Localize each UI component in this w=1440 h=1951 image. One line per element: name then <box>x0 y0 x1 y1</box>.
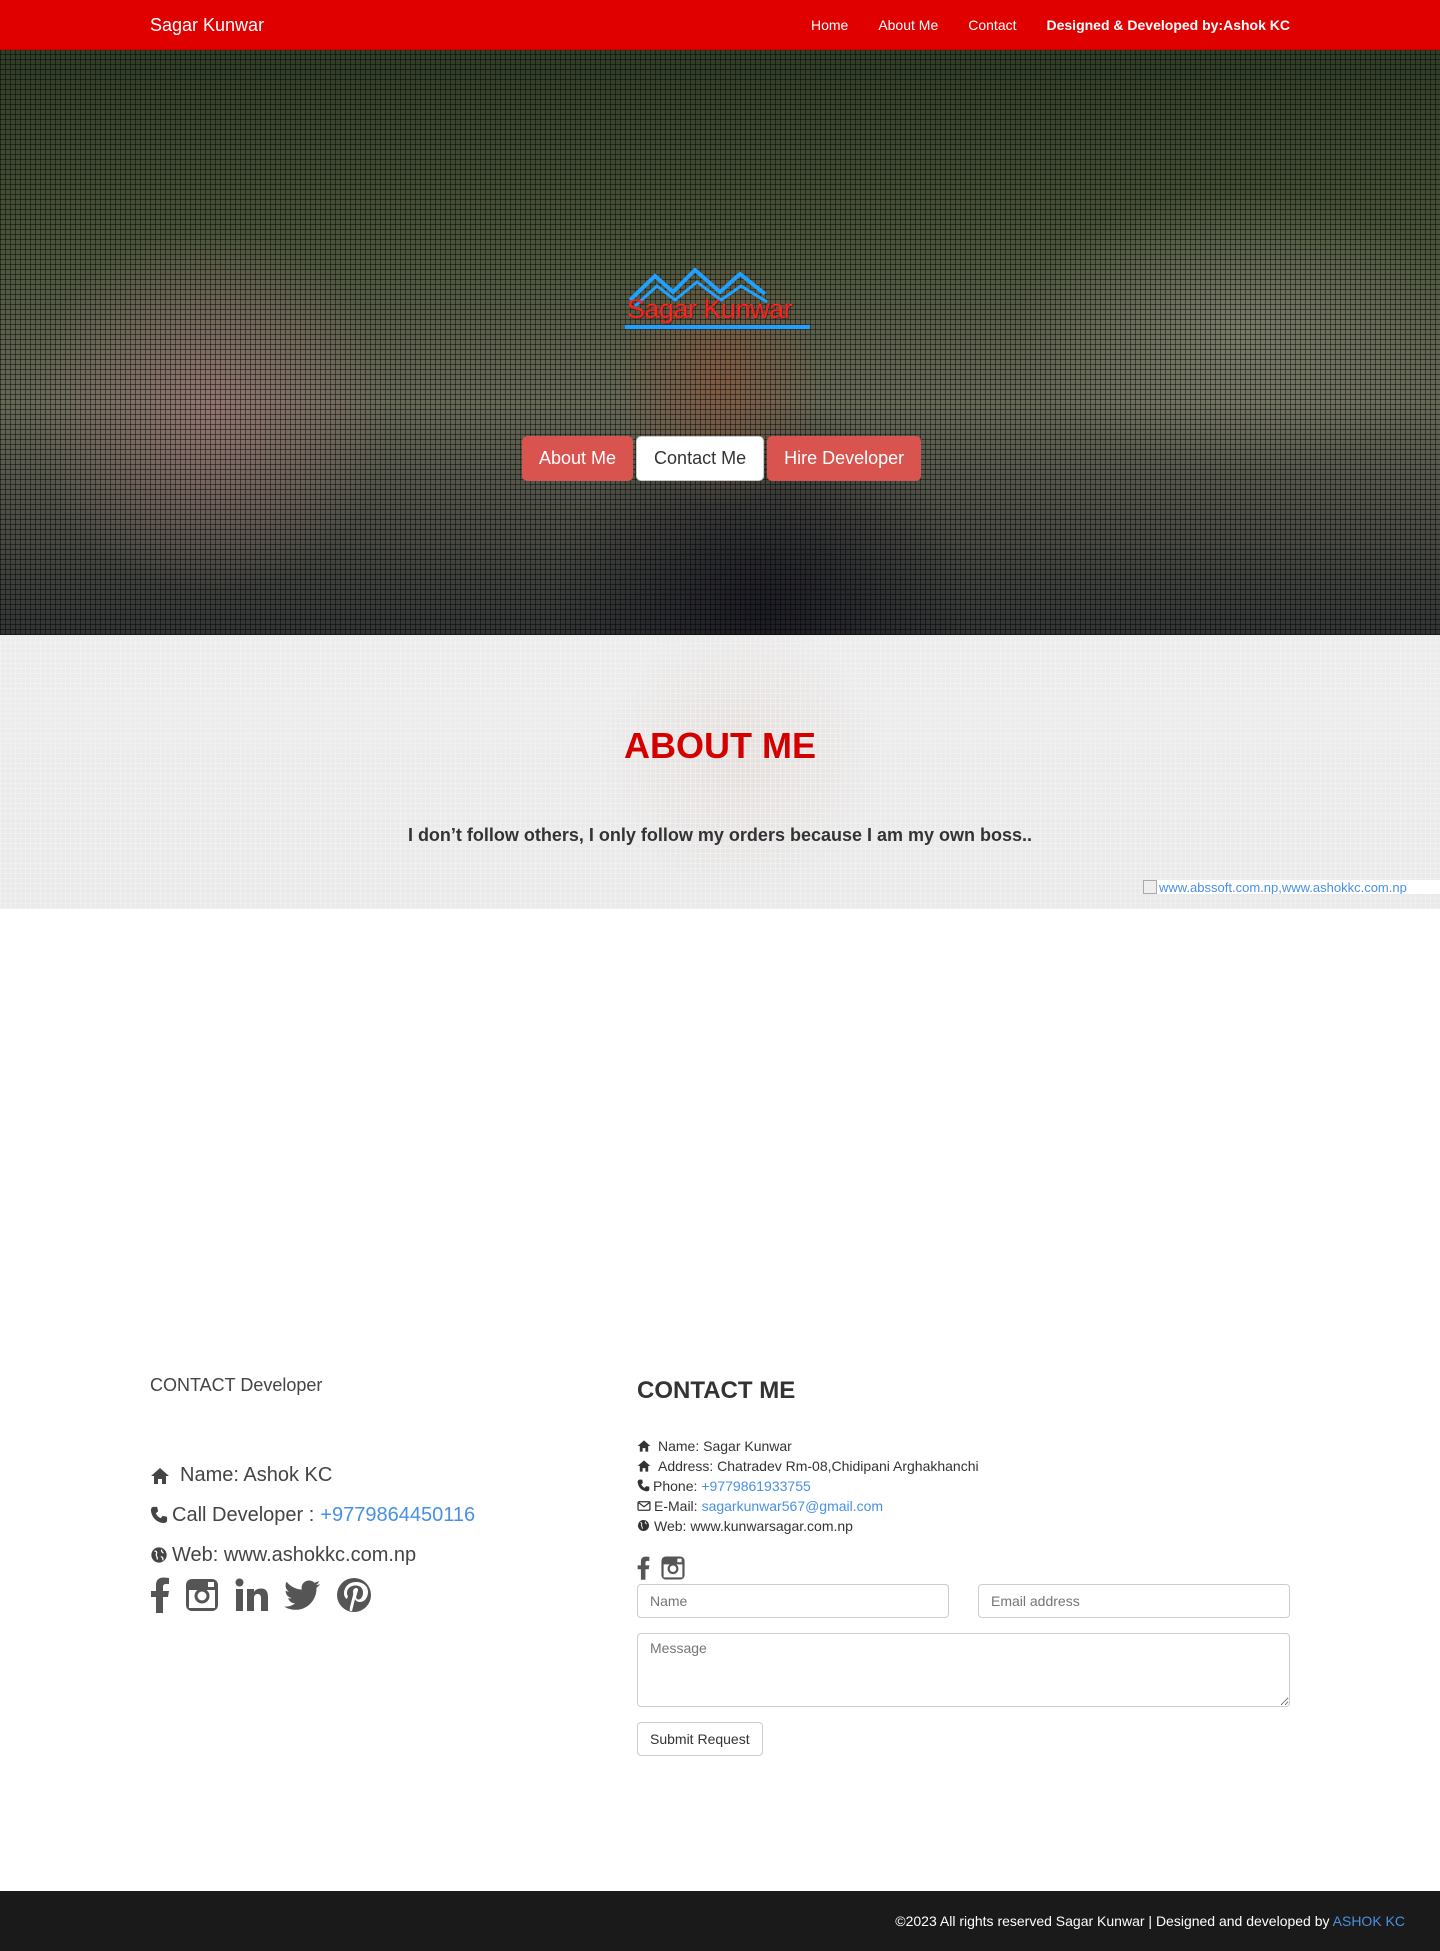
broken-image-link[interactable]: www.abssoft.com.np,www.ashokkc.com.np <box>1143 880 1440 894</box>
developer-name: Name: Ashok KC <box>180 1464 333 1486</box>
top-navbar: Sagar Kunwar Home About Me Contact Desig… <box>0 0 1440 50</box>
developer-web-line: Web: www.ashokkc.com.np <box>150 1544 416 1567</box>
broken-image-alt: www.abssoft.com.np,www.ashokkc.com.np <box>1159 880 1407 894</box>
developer-title: CONTACT Developer <box>150 1375 323 1395</box>
home-icon <box>637 1459 651 1473</box>
globe-icon <box>150 1546 170 1566</box>
developer-call-line: Call Developer : +9779864450116 <box>150 1504 475 1527</box>
contact-address: Address: Chatradev Rm-08,Chidipani Argha… <box>658 1458 979 1474</box>
developer-call-label: Call Developer : <box>172 1504 315 1526</box>
contact-social-icons <box>637 1555 686 1586</box>
about-quote: I don’t follow others, I only follow my … <box>407 825 1033 845</box>
footer-copyright: ©2023 All rights reserved Sagar Kunwar |… <box>895 1913 1330 1929</box>
facebook-icon[interactable] <box>637 1555 650 1586</box>
contact-phone-line: Phone: +9779861933755 <box>637 1478 811 1494</box>
contact-me-title: CONTACT ME <box>637 1377 796 1404</box>
broken-image-icon <box>1143 880 1157 894</box>
contact-phone-link[interactable]: +9779861933755 <box>701 1478 810 1494</box>
message-textarea[interactable] <box>637 1633 1290 1707</box>
logo-text: Sagar Kunwar <box>627 294 793 324</box>
phone-icon <box>150 1506 170 1526</box>
hero-grid-overlay <box>0 50 1440 635</box>
contact-phone-label: Phone: <box>653 1478 698 1494</box>
hire-developer-button[interactable]: Hire Developer <box>767 436 922 481</box>
contact-email-link[interactable]: sagarkunwar567@gmail.com <box>702 1498 884 1514</box>
nav-contact[interactable]: Contact <box>968 17 1016 33</box>
site-logo: Sagar Kunwar <box>625 262 815 332</box>
facebook-icon[interactable] <box>150 1577 170 1613</box>
contact-address-line: Address: Chatradev Rm-08,Chidipani Argha… <box>637 1458 979 1474</box>
home-icon <box>637 1439 651 1453</box>
about-me-button[interactable]: About Me <box>522 436 634 481</box>
email-input[interactable] <box>978 1584 1290 1618</box>
name-input[interactable] <box>637 1584 949 1618</box>
contact-email-label: E-Mail: <box>654 1498 698 1514</box>
about-section: ABOUT ME I don’t follow others, I only f… <box>0 635 1440 909</box>
submit-request-button[interactable]: Submit Request <box>637 1722 763 1756</box>
developer-name-line: Name: Ashok KC <box>150 1464 332 1487</box>
instagram-icon[interactable] <box>660 1555 686 1586</box>
footer-text: ©2023 All rights reserved Sagar Kunwar |… <box>895 1913 1405 1929</box>
globe-icon <box>637 1519 651 1533</box>
linkedin-icon[interactable] <box>234 1577 270 1613</box>
contact-web: Web: www.kunwarsagar.com.np <box>654 1518 853 1534</box>
instagram-icon[interactable] <box>184 1577 220 1613</box>
footer: ©2023 All rights reserved Sagar Kunwar |… <box>0 1891 1440 1951</box>
nav-developer-credit[interactable]: Designed & Developed by:Ashok KC <box>1047 17 1291 33</box>
nav-about-me[interactable]: About Me <box>878 17 938 33</box>
developer-social-icons <box>150 1577 372 1613</box>
footer-developer-link[interactable]: ASHOK KC <box>1333 1913 1405 1929</box>
contact-web-line: Web: www.kunwarsagar.com.np <box>637 1518 853 1534</box>
envelope-icon <box>637 1499 651 1513</box>
pinterest-icon[interactable] <box>336 1577 372 1613</box>
hero-buttons: About Me Contact Me Hire Developer <box>522 436 922 481</box>
brand-link[interactable]: Sagar Kunwar <box>150 15 264 36</box>
contact-name-line: Name: Sagar Kunwar <box>637 1438 792 1454</box>
phone-icon <box>637 1479 651 1493</box>
contact-me-button[interactable]: Contact Me <box>636 436 765 481</box>
twitter-icon[interactable] <box>284 1577 322 1613</box>
nav-links: Home About Me Contact Designed & Develop… <box>781 0 1290 50</box>
contact-email-line: E-Mail: sagarkunwar567@gmail.com <box>637 1498 883 1514</box>
developer-phone-link[interactable]: +9779864450116 <box>320 1504 475 1527</box>
developer-web: Web: www.ashokkc.com.np <box>172 1544 417 1566</box>
hero-section: Sagar Kunwar About Me Contact Me Hire De… <box>0 50 1440 635</box>
contact-name: Name: Sagar Kunwar <box>658 1438 792 1454</box>
about-veil <box>0 635 1440 909</box>
home-icon <box>150 1466 170 1486</box>
nav-home[interactable]: Home <box>811 17 848 33</box>
about-title: ABOUT ME <box>624 725 816 766</box>
